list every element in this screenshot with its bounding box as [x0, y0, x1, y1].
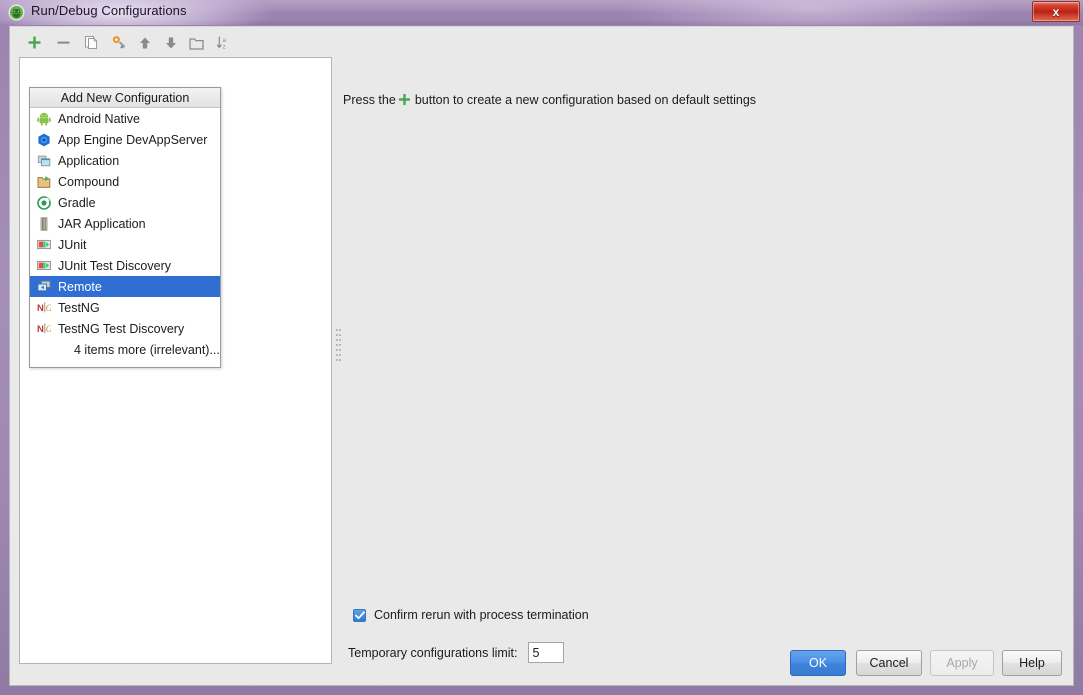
window-title: Run/Debug Configurations	[31, 3, 187, 18]
configurations-toolbar: a z	[10, 27, 1075, 57]
remote-icon	[36, 279, 52, 295]
add-new-configuration-popup[interactable]: Add New Configuration Android Native App…	[29, 87, 221, 368]
titlebar-glow-right	[620, 0, 1000, 25]
popup-item-application[interactable]: Application	[30, 150, 220, 171]
svg-text:G: G	[46, 304, 51, 314]
add-configuration-button[interactable]	[24, 32, 45, 53]
copy-configuration-button[interactable]	[81, 32, 102, 53]
svg-text:G: G	[46, 325, 51, 335]
popup-item-label: Gradle	[58, 195, 96, 210]
remove-configuration-button[interactable]	[53, 32, 74, 53]
wrench-icon	[112, 35, 125, 49]
compound-folder-icon	[36, 174, 52, 190]
app-engine-icon	[36, 132, 52, 148]
popup-item-android-native[interactable]: Android Native	[30, 108, 220, 129]
dialog-button-bar: OK Cancel Apply Help	[10, 650, 1075, 676]
svg-text:N: N	[37, 324, 44, 335]
popup-title: Add New Configuration	[30, 88, 220, 108]
ok-button-label: OK	[808, 656, 828, 670]
svg-text:z: z	[223, 44, 226, 50]
popup-item-label: Compound	[58, 174, 120, 189]
move-up-button[interactable]	[134, 32, 155, 53]
folder-icon	[189, 37, 204, 50]
popup-item-junit[interactable]: JUnit	[30, 234, 220, 255]
popup-item-label: JUnit Test Discovery	[58, 258, 171, 273]
check-icon	[354, 610, 365, 619]
popup-item-label: JUnit	[58, 237, 87, 252]
popup-item-label: Application	[58, 153, 120, 168]
testng-icon: N G	[36, 300, 52, 316]
popup-item-compound[interactable]: Compound	[30, 171, 220, 192]
popup-item-label: TestNG Test Discovery	[58, 321, 185, 336]
popup-item-testng[interactable]: N G TestNG	[30, 297, 220, 318]
sort-az-icon: a z	[216, 36, 227, 50]
popup-item-label: 4 items more (irrelevant)...	[74, 342, 220, 357]
application-icon	[36, 153, 52, 169]
move-down-button[interactable]	[160, 32, 181, 53]
junit-icon	[36, 237, 52, 253]
testng-icon: N G	[36, 321, 52, 337]
apply-button: Apply	[930, 650, 994, 676]
gradle-icon	[36, 195, 52, 211]
apply-button-label: Apply	[946, 656, 978, 670]
popup-item-testng-test-discovery[interactable]: N G TestNG Test Discovery	[30, 318, 220, 339]
confirm-rerun-label: Confirm rerun with process termination	[374, 608, 589, 622]
svg-text:a: a	[223, 38, 227, 44]
dialog-body: a z Add New Configuration Android Native…	[9, 26, 1074, 686]
cancel-button[interactable]: Cancel	[856, 650, 922, 676]
hint-message: Press the button to create a new configu…	[343, 92, 756, 108]
popup-item-label: Android Native	[58, 111, 140, 126]
svg-text:N: N	[37, 303, 44, 314]
arrow-down-icon	[165, 37, 176, 48]
panel-splitter[interactable]	[334, 57, 343, 664]
hint-suffix: button to create a new configuration bas…	[414, 93, 757, 107]
create-folder-button[interactable]	[186, 32, 207, 53]
popup-item-junit-test-discovery[interactable]: JUnit Test Discovery	[30, 255, 220, 276]
confirm-rerun-row: Confirm rerun with process termination	[353, 608, 589, 622]
popup-item-label: App Engine DevAppServer	[58, 132, 208, 147]
plus-icon	[398, 93, 411, 109]
popup-item-jar-application[interactable]: JAR Application	[30, 213, 220, 234]
popup-item-gradle[interactable]: Gradle	[30, 192, 220, 213]
cancel-button-label: Cancel	[869, 656, 909, 670]
arrow-up-icon	[139, 37, 150, 48]
title-bar[interactable]: Run/Debug Configurations x	[0, 0, 1083, 25]
close-icon: x	[1052, 4, 1060, 19]
popup-item-label: Remote	[58, 279, 102, 294]
sort-configurations-button[interactable]: a z	[213, 32, 234, 53]
splitter-grip	[336, 329, 341, 369]
popup-item-app-engine-devappserver[interactable]: App Engine DevAppServer	[30, 129, 220, 150]
popup-item-label: TestNG	[58, 300, 100, 315]
help-button[interactable]: Help	[1002, 650, 1062, 676]
android-icon	[36, 111, 52, 127]
help-button-label: Help	[1019, 656, 1045, 670]
plus-icon	[28, 36, 41, 49]
popup-item-more[interactable]: 4 items more (irrelevant)...	[30, 339, 220, 360]
dialog-window: Run/Debug Configurations x a z Add New C…	[0, 0, 1083, 695]
ok-button[interactable]: OK	[790, 650, 846, 676]
android-studio-icon	[8, 4, 25, 21]
copy-icon	[85, 36, 98, 49]
popup-item-label: JAR Application	[58, 216, 146, 231]
minus-icon	[57, 41, 70, 44]
junit-icon	[36, 258, 52, 274]
close-button[interactable]: x	[1032, 1, 1080, 22]
hint-prefix: Press the	[343, 93, 396, 107]
edit-defaults-button[interactable]	[108, 32, 129, 53]
confirm-rerun-checkbox[interactable]	[353, 608, 366, 622]
jar-icon	[36, 216, 52, 232]
popup-item-remote[interactable]: Remote	[30, 276, 220, 297]
